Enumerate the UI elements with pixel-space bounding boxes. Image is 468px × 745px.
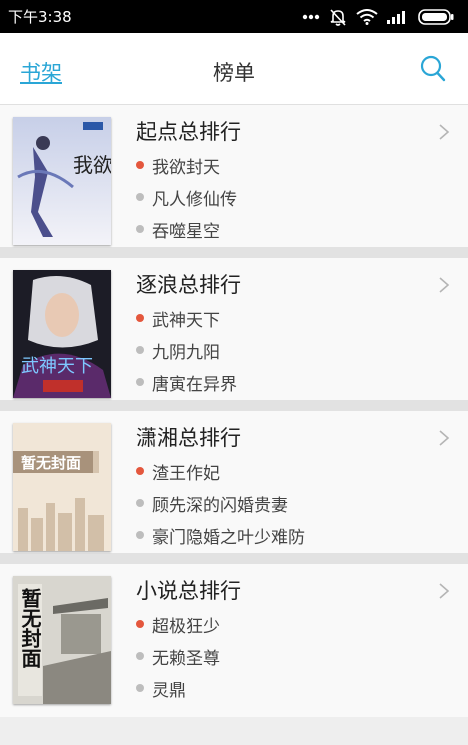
dot-icon: [136, 499, 144, 507]
hot-dot-icon: [136, 620, 144, 628]
book-item[interactable]: 灵鼎: [136, 672, 241, 704]
chevron-right-icon: [438, 429, 450, 451]
hot-dot-icon: [136, 467, 144, 475]
book-item[interactable]: 我欲封天: [136, 149, 241, 181]
ranking-card-qidian[interactable]: 我欲封天 起点总排行 我欲封天 凡人修仙传 吞噬星空: [0, 105, 468, 258]
cover-title: 暂无封面: [21, 454, 81, 472]
app-header: 书架 榜单: [0, 33, 468, 105]
battery-icon: [418, 8, 454, 25]
signal-bars-icon: [387, 10, 409, 24]
book-cover: 武神天下: [13, 270, 111, 398]
book-item[interactable]: 九阴九阳: [136, 334, 241, 366]
hot-dot-icon: [136, 314, 144, 322]
status-icons: [302, 8, 454, 26]
ranking-title: 小说总排行: [136, 579, 241, 603]
ranking-card-xiaoshuo[interactable]: 暂无封面 小说总排行 超极狂少 无赖圣尊 灵鼎: [0, 564, 468, 717]
book-item[interactable]: 无赖圣尊: [136, 640, 241, 672]
cover-title: 暂无封面: [18, 587, 42, 668]
book-item[interactable]: 唐寅在异界: [136, 366, 241, 398]
ranking-title: 起点总排行: [136, 120, 241, 144]
chevron-right-icon: [438, 123, 450, 145]
page-title: 榜单: [213, 61, 255, 85]
hot-dot-icon: [136, 161, 144, 169]
signal-dots-icon: [302, 14, 320, 20]
mute-icon: [329, 8, 347, 26]
book-item[interactable]: 渣王作妃: [136, 455, 305, 487]
dot-icon: [136, 378, 144, 386]
chevron-right-icon: [438, 276, 450, 298]
ranking-card-zhulang[interactable]: 武神天下 逐浪总排行 武神天下 九阴九阳 唐寅在异界: [0, 258, 468, 411]
book-cover: 暂无封面: [13, 576, 111, 704]
status-bar: 下午3:38: [0, 0, 468, 33]
book-item[interactable]: 吞噬星空: [136, 213, 241, 245]
dot-icon: [136, 652, 144, 660]
cover-title: 武神天下: [21, 356, 93, 377]
dot-icon: [136, 193, 144, 201]
book-item[interactable]: 豪门隐婚之叶少难防: [136, 519, 305, 551]
ranking-title: 潇湘总排行: [136, 426, 241, 450]
book-cover: 暂无封面: [13, 423, 111, 551]
status-time: 下午3:38: [8, 8, 72, 26]
wifi-icon: [356, 8, 378, 25]
chevron-right-icon: [438, 582, 450, 604]
book-cover: 我欲封天: [13, 117, 111, 245]
ranking-card-xiaoxiang[interactable]: 暂无封面 潇湘总排行 渣王作妃 顾先深的闪婚贵妻 豪门隐婚之叶少难防: [0, 411, 468, 564]
ranking-title: 逐浪总排行: [136, 273, 241, 297]
search-icon[interactable]: [420, 55, 446, 87]
dot-icon: [136, 346, 144, 354]
book-item[interactable]: 凡人修仙传: [136, 181, 241, 213]
dot-icon: [136, 225, 144, 233]
book-item[interactable]: 武神天下: [136, 302, 241, 334]
dot-icon: [136, 531, 144, 539]
dot-icon: [136, 684, 144, 692]
book-item[interactable]: 顾先深的闪婚贵妻: [136, 487, 305, 519]
cover-title: 我欲封天: [73, 153, 111, 177]
ranking-list: 我欲封天 起点总排行 我欲封天 凡人修仙传 吞噬星空 武神天下 逐浪总排行: [0, 105, 468, 717]
book-item[interactable]: 超极狂少: [136, 608, 241, 640]
